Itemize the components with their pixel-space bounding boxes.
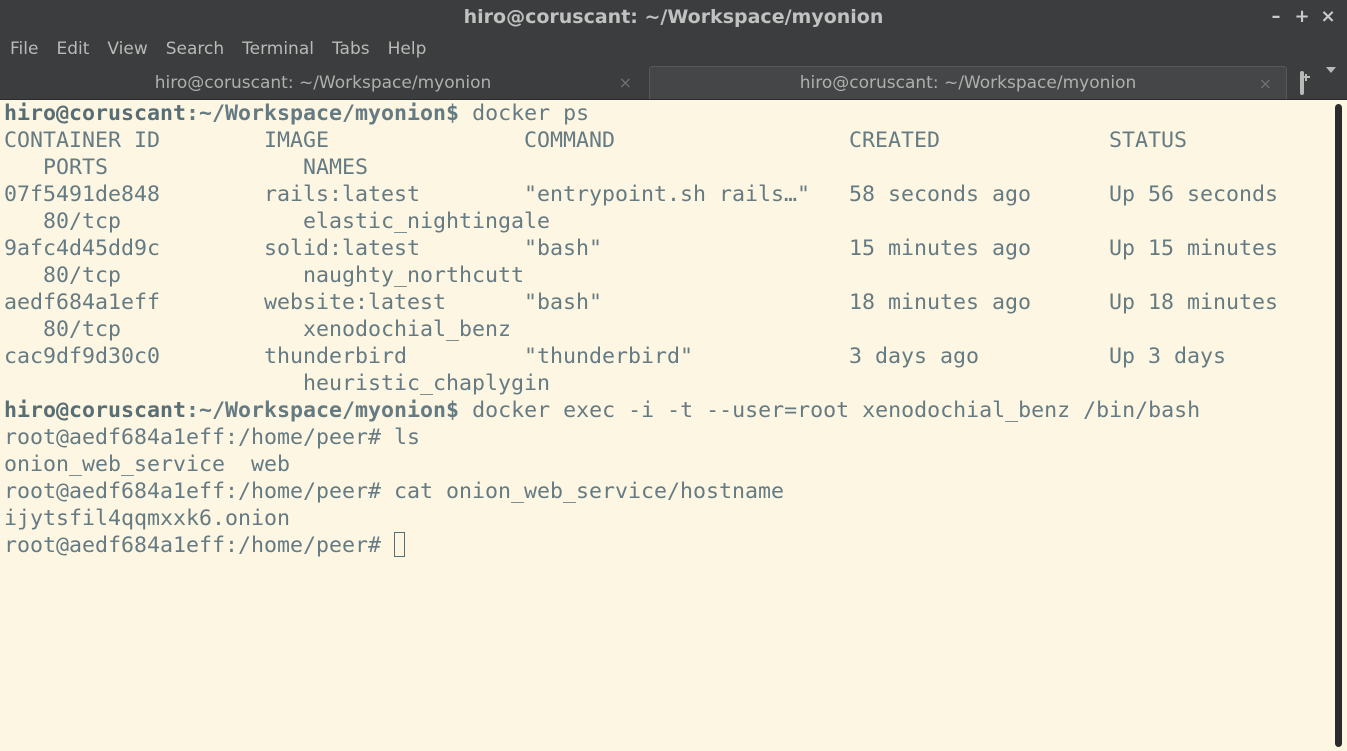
terminal-line: 80/tcp naughty_northcutt [4,263,525,288]
terminal-line: aedf684a1eff website:latest "bash" 18 mi… [4,290,1279,315]
terminal-line: cac9df9d30c0 thunderbird "thunderbird" 3… [4,344,1227,369]
text-cursor [394,531,406,557]
window-title: hiro@coruscant: ~/Workspace/myonion [463,5,884,28]
new-tab-icon [1300,70,1304,95]
menu-edit[interactable]: Edit [47,39,98,59]
tab-1[interactable]: hiro@coruscant: ~/Workspace/myonion × [0,66,646,99]
prompt-path: ~/Workspace/myonion [199,398,447,423]
terminal-line: 80/tcp xenodochial_benz [4,317,512,342]
menu-terminal[interactable]: Terminal [233,39,323,59]
menu-search[interactable]: Search [157,39,233,59]
prompt-user: hiro@coruscant [4,398,187,423]
window-controls: – + × [1263,0,1341,33]
title-bar[interactable]: hiro@coruscant: ~/Workspace/myonion – + … [0,0,1347,33]
terminal-lines: hiro@coruscant:~/Workspace/myonion$ dock… [4,100,1278,559]
terminal-line: root@aedf684a1eff:/home/peer# cat onion_… [4,479,785,504]
menu-bar: File Edit View Search Terminal Tabs Help [0,33,1347,64]
tab-2-active[interactable]: hiro@coruscant: ~/Workspace/myonion × [649,66,1287,99]
prompt-symbol: $ [446,101,473,126]
tab-actions [1293,66,1343,99]
terminal-line: 80/tcp elastic_nightingale [4,209,551,234]
terminal-line: heuristic_chaplygin [4,371,551,396]
menu-view[interactable]: View [98,39,156,59]
new-tab-button[interactable] [1293,70,1311,95]
terminal-line: hiro@coruscant:~/Workspace/myonion$ dock… [4,397,1278,424]
prompt-user: hiro@coruscant [4,101,187,126]
terminal-line: PORTS NAMES [4,155,369,180]
terminal-line: root@aedf684a1eff:/home/peer# ls [4,425,421,450]
tab-close-icon[interactable]: × [1259,74,1272,93]
tab-close-icon[interactable]: × [619,73,632,92]
chevron-down-icon [1326,66,1336,93]
terminal-window: hiro@coruscant: ~/Workspace/myonion – + … [0,0,1347,751]
terminal-line: ijytsfil4qqmxxk6.onion [4,506,291,531]
command-text: docker ps [472,101,590,126]
terminal-line: 07f5491de848 rails:latest "entrypoint.sh… [4,182,1279,207]
terminal-line: 9afc4d45dd9c solid:latest "bash" 15 minu… [4,236,1279,261]
prompt-separator: : [186,398,200,423]
terminal-line: CONTAINER ID IMAGE COMMAND CREATED STATU… [4,128,1188,153]
scrollbar[interactable] [1331,100,1347,751]
tab-label: hiro@coruscant: ~/Workspace/myonion [799,73,1137,93]
menu-tabs[interactable]: Tabs [323,39,379,59]
prompt-separator: : [186,101,200,126]
tab-label: hiro@coruscant: ~/Workspace/myonion [154,72,492,93]
terminal-line: onion_web_service web [4,452,291,477]
minimize-button[interactable]: – [1263,6,1289,27]
shell-prompt: root@aedf684a1eff:/home/peer# [4,533,395,558]
terminal-line: hiro@coruscant:~/Workspace/myonion$ dock… [4,100,1278,127]
terminal-line: root@aedf684a1eff:/home/peer# [4,531,1278,559]
maximize-button[interactable]: + [1289,6,1315,27]
close-button[interactable]: × [1315,6,1341,27]
prompt-path: ~/Workspace/myonion [199,101,447,126]
prompt-symbol: $ [446,398,473,423]
command-text: docker exec -i -t --user=root xenodochia… [472,398,1201,423]
terminal-output[interactable]: hiro@coruscant:~/Workspace/myonion$ dock… [0,100,1331,751]
menu-file[interactable]: File [0,39,47,59]
tab-bar: hiro@coruscant: ~/Workspace/myonion × hi… [0,64,1347,100]
tab-menu-button[interactable] [1311,66,1343,93]
scrollbar-thumb[interactable] [1335,104,1342,747]
menu-help[interactable]: Help [379,39,436,59]
